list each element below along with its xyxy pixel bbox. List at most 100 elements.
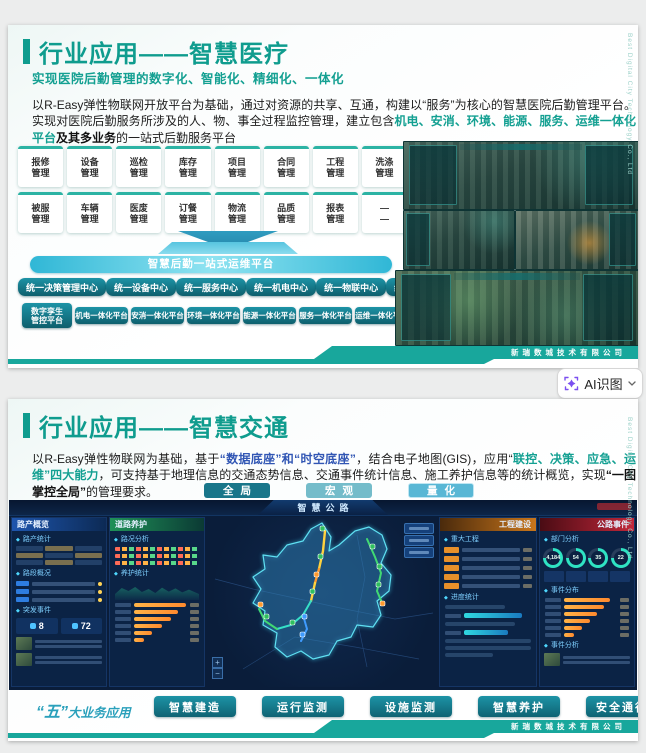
view-tab: 全局 [204, 483, 270, 498]
para-segment: ，可支持基于地理信息的交通态势信息、交通事件统计信息、施工养护信息等的统计概览，… [98, 468, 606, 483]
chevron-down-icon [627, 381, 636, 386]
dashboard-right-hud [609, 213, 636, 266]
unified-center-button: 统一物联中心 [316, 278, 387, 296]
module-card-line1: 物流 [228, 203, 247, 213]
business-label: “五”大业务应用 [36, 698, 131, 722]
ring-gauge-value: 4,184 [546, 555, 561, 561]
view-tab: 量化 [408, 483, 474, 498]
panel-header: 工程建设 [440, 518, 536, 531]
module-card-line2: 管理 [277, 214, 296, 224]
dashboard-header-strip [454, 273, 580, 280]
ai-recognize-button[interactable]: AI识图 [557, 368, 643, 399]
platform-button-line2: 管控平台 [31, 315, 63, 325]
module-card-line1: 车辆 [80, 203, 99, 213]
platform-button: 服务一体化平台 [299, 307, 352, 324]
view-tab-label: 全局 [223, 485, 258, 497]
module-card: 品质 管理 [263, 192, 309, 233]
module-card-line2: 管理 [326, 168, 345, 178]
sub-header: 养护统计 [114, 568, 200, 578]
dashboard-left-hud [400, 273, 452, 341]
map-zoom-control: + − [212, 657, 223, 679]
sub-header: 路产统计 [16, 534, 102, 544]
maintenance-area-chart [115, 587, 199, 600]
stat-chip: 72 [60, 618, 102, 634]
slide2-title: 行业应用——智慧交通 [39, 415, 289, 442]
platform-button-line1: 安消一体化平台 [131, 311, 184, 320]
sub-header: 路段概况 [16, 568, 102, 578]
module-card: 工程 管理 [312, 146, 358, 187]
view-tabs: 全局 宏观 量化 [204, 483, 474, 498]
platform-button-line1: 能源一体化平台 [243, 311, 296, 320]
business-label-quote: “五” [36, 704, 69, 721]
module-card-line1: 订餐 [178, 203, 197, 213]
ai-scan-icon [564, 376, 579, 391]
module-card-line2: 管理 [80, 214, 99, 224]
module-card-line1: — [379, 203, 389, 213]
ring-gauge-value: 54 [572, 555, 579, 561]
module-card-line2: 管理 [375, 168, 394, 178]
module-card-line1: 洗涤 [375, 157, 394, 167]
side-company-text: Best Digital City Technology Co., Ltd [626, 417, 633, 560]
module-card-line1: 工程 [326, 157, 345, 167]
module-card: 巡检 管理 [116, 146, 162, 187]
zoom-in-icon: + [212, 657, 223, 668]
module-card-line1: 库存 [178, 157, 197, 167]
dashboard-header-strip [460, 144, 582, 151]
sub-header: 重大工程 [444, 534, 532, 544]
module-card-line2: 管理 [31, 168, 50, 178]
platform-banner: 智慧后勤一站式运维平台 [30, 256, 392, 273]
sub-header: 事件分析 [544, 640, 630, 650]
module-card-line1: 报修 [31, 157, 50, 167]
ring-gauge-value: 35 [595, 555, 602, 561]
module-card: 物流 管理 [214, 192, 260, 233]
hospital-dashboard-image-2 [403, 210, 515, 270]
module-card-line2: 管理 [228, 168, 247, 178]
module-card: 车辆 管理 [67, 192, 113, 233]
company-ribbon: 新瑞数城技术有限公司 [314, 720, 638, 733]
module-card: 项目 管理 [214, 146, 260, 187]
department-gauges: 4,184 54 35 22 [542, 548, 632, 568]
hospital-dashboard-image-3 [515, 210, 638, 270]
module-card: 洗涤 管理 [361, 146, 407, 187]
footer-band [8, 733, 494, 738]
para-segment: ，结合电子地图(GIS)，应用“ [355, 452, 513, 466]
slide1-paragraph: 以R-Easy弹性物联网开放平台为基础，通过对资源的共享、互通，构建以“服务”为… [32, 97, 636, 146]
ring-gauge: 35 [588, 548, 609, 568]
module-card-line1: 品质 [277, 203, 296, 213]
module-card-line2: 管理 [178, 168, 197, 178]
module-card-line2: 管理 [326, 214, 345, 224]
module-card-line2: 管理 [129, 214, 148, 224]
module-card: 医废 管理 [116, 192, 162, 233]
platform-button: 安消一体化平台 [131, 307, 184, 324]
slide-smart-healthcare[interactable]: 行业应用——智慧医疗 实现医院后勤管理的数字化、智能化、精细化、一体化 以R-E… [8, 25, 638, 368]
unified-center-button: 统一服务中心 [176, 278, 247, 296]
ring-gauge: 54 [565, 548, 586, 568]
business-buttons: 智慧建造 运行监测 设施监测 智慧养护 安全通行服务 [154, 696, 638, 717]
module-card-line1: 报表 [326, 203, 345, 213]
sub-header: 进度统计 [444, 592, 532, 602]
map-legend-chip [404, 547, 434, 558]
module-card: 报表 管理 [312, 192, 358, 233]
title-accent-bar [23, 39, 30, 64]
view-tab-label: 量化 [427, 485, 462, 497]
panel-construction: 工程建设 重大工程 进度统计 [439, 517, 537, 687]
dashboard-title-plate: 智慧公路 [258, 500, 388, 515]
unified-center-button: 统一设备中心 [106, 278, 177, 296]
panel-road-events: 公路事件 部门分析 4,184 54 35 22 事件分布 事件分析 [539, 517, 635, 687]
module-card-line1: 设备 [80, 157, 99, 167]
module-card: 订餐 管理 [165, 192, 211, 233]
module-card: — — [361, 192, 407, 233]
slide1-title: 行业应用——智慧医疗 [39, 41, 289, 68]
module-card-line2: — [379, 214, 389, 224]
hospital-dashboard-image-1 [403, 141, 638, 210]
title-accent-bar [23, 413, 30, 438]
company-ribbon: 新瑞数城技术有限公司 [314, 346, 638, 359]
module-card-line2: 管理 [80, 168, 99, 178]
business-label-text: 大业务应用 [68, 706, 131, 720]
module-grid: 报修 管理 设备 管理 巡检 管理 库存 管理 项目 管理 合同 管理 工程 管… [18, 146, 407, 233]
module-card: 合同 管理 [263, 146, 309, 187]
slide-smart-transport[interactable]: 行业应用——智慧交通 以R-Easy弹性物联网为基础，基于“数据底座”和“时空底… [8, 399, 638, 741]
module-card-line1: 合同 [277, 157, 296, 167]
slide2-titlebar: 行业应用——智慧交通 [23, 408, 289, 443]
slide1-subtitle: 实现医院后勤管理的数字化、智能化、精细化、一体化 [32, 72, 345, 86]
